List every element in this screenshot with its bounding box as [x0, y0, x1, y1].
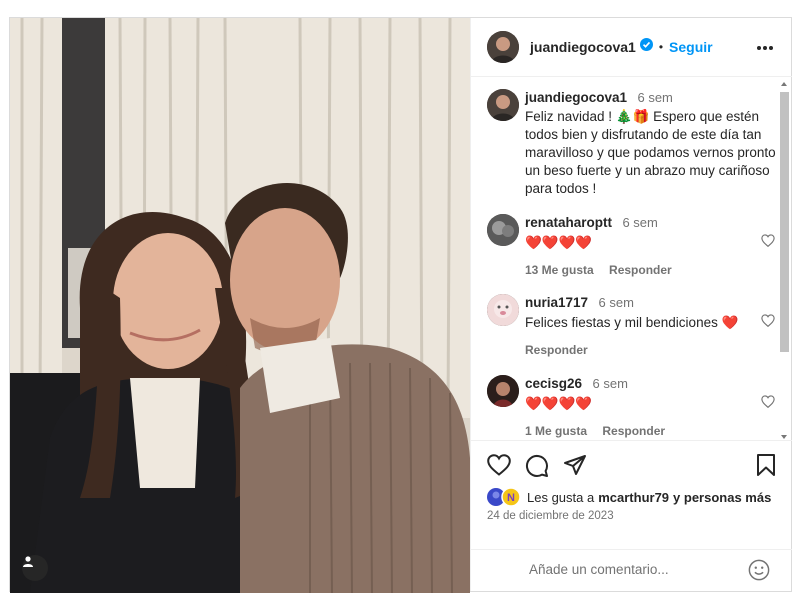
likes-summary: N Les gusta a mcarthur79 y personas más — [487, 487, 771, 507]
reply-button[interactable]: Responder — [609, 263, 672, 277]
comment-avatar[interactable] — [487, 214, 519, 246]
comment-time[interactable]: 6 sem — [599, 295, 634, 310]
comment-username[interactable]: cecisg26 — [525, 376, 582, 391]
photo-illustration — [10, 18, 470, 593]
comment-item: nuria1717 6 sem Felices fiestas y mil be… — [487, 294, 777, 357]
likes-suffix[interactable]: y personas más — [673, 490, 771, 505]
add-comment-bar — [471, 549, 792, 591]
comment-text: ❤️❤️❤️❤️ — [525, 235, 593, 250]
reply-button[interactable]: Responder — [525, 343, 588, 357]
comment-like-count[interactable]: 1 Me gusta — [525, 424, 587, 438]
svg-text:N: N — [507, 492, 515, 504]
author-username[interactable]: juandiegocova1 — [530, 39, 636, 55]
scroll-down-arrow-icon[interactable] — [781, 435, 787, 439]
comment-text: Felices fiestas y mil bendiciones ❤️ — [525, 315, 739, 330]
comment-avatar[interactable] — [487, 375, 519, 407]
liker-username[interactable]: mcarthur79 — [598, 490, 669, 505]
caption-username[interactable]: juandiegocova1 — [525, 90, 627, 105]
heart-icon[interactable] — [761, 234, 775, 252]
post-caption: juandiegocova1 6 sem Feliz navidad ! 🎄🎁 … — [487, 89, 777, 198]
comment-username[interactable]: nuria1717 — [525, 295, 588, 310]
comment-item: renataharoptt 6 sem ❤️❤️❤️❤️ 13 Me gusta… — [487, 214, 777, 277]
heart-icon[interactable] — [761, 314, 775, 332]
caption-text: Feliz navidad ! 🎄🎁 Espero que estén todo… — [525, 109, 776, 196]
comment-avatar[interactable] — [487, 294, 519, 326]
caption-avatar[interactable] — [487, 89, 519, 121]
bookmark-icon[interactable] — [756, 454, 776, 481]
comment-time[interactable]: 6 sem — [622, 215, 657, 230]
comment-input[interactable] — [529, 562, 729, 577]
comment-icon[interactable] — [525, 454, 549, 483]
verified-icon — [639, 38, 653, 56]
post-date[interactable]: 24 de diciembre de 2023 — [487, 510, 614, 522]
post-header: juandiegocova1 • Seguir — [471, 18, 792, 77]
user-tag-icon[interactable] — [22, 555, 48, 581]
likers-avatars[interactable]: N — [487, 487, 521, 507]
scrollbar-thumb[interactable] — [780, 92, 789, 352]
post-photo[interactable] — [10, 18, 470, 593]
author-avatar[interactable] — [487, 31, 519, 63]
comment-text: ❤️❤️❤️❤️ — [525, 396, 593, 411]
scrollbar[interactable] — [779, 82, 790, 439]
likes-prefix: Les gusta a — [527, 489, 595, 505]
more-icon[interactable] — [756, 38, 774, 56]
caption-time[interactable]: 6 sem — [637, 90, 672, 105]
reply-button[interactable]: Responder — [602, 424, 665, 438]
heart-icon[interactable] — [487, 454, 511, 481]
comment-username[interactable]: renataharoptt — [525, 215, 612, 230]
comment-time[interactable]: 6 sem — [593, 376, 628, 391]
share-icon[interactable] — [563, 454, 587, 481]
post-dialog: juandiegocova1 • Seguir juandiegocova1 6… — [9, 17, 792, 593]
follow-button[interactable]: Seguir — [669, 39, 713, 55]
emoji-icon[interactable] — [748, 559, 770, 586]
scroll-up-arrow-icon[interactable] — [781, 82, 787, 86]
post-side-panel: juandiegocova1 • Seguir juandiegocova1 6… — [470, 18, 792, 591]
separator-dot: • — [658, 40, 664, 54]
heart-icon[interactable] — [761, 395, 775, 413]
post-actions: N Les gusta a mcarthur79 y personas más … — [471, 440, 792, 591]
comment-item: cecisg26 6 sem ❤️❤️❤️❤️ 1 Me gusta Respo… — [487, 375, 777, 438]
comments-scroll-area[interactable]: juandiegocova1 6 sem Feliz navidad ! 🎄🎁 … — [471, 78, 792, 440]
comment-like-count[interactable]: 13 Me gusta — [525, 263, 594, 277]
